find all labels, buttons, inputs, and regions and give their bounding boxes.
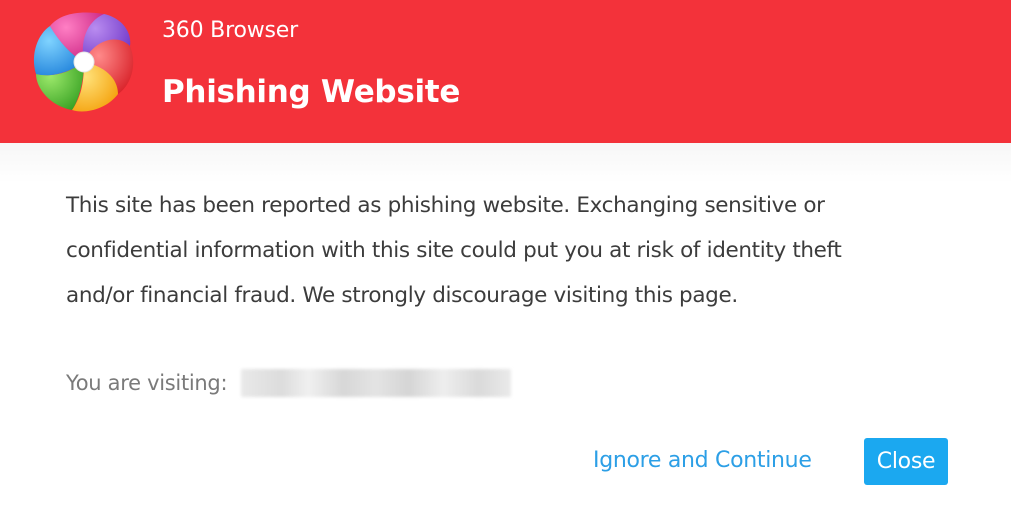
warning-message-line: confidential information with this site … — [66, 238, 842, 263]
360-browser-logo-icon — [33, 12, 134, 112]
warning-title: Phishing Website — [162, 74, 461, 110]
header-divider-shadow — [0, 143, 1011, 183]
warning-message: This site has been reported as phishing … — [66, 183, 966, 318]
app-name: 360 Browser — [162, 18, 298, 43]
warning-header: 360 Browser Phishing Website — [0, 0, 1011, 143]
ignore-and-continue-link[interactable]: Ignore and Continue — [593, 448, 812, 473]
phishing-warning-dialog: 360 Browser Phishing Website This site h… — [0, 0, 1011, 509]
close-button[interactable]: Close — [864, 438, 948, 485]
visiting-url-redacted — [241, 369, 512, 397]
visiting-row: You are visiting: — [66, 365, 512, 401]
visiting-label: You are visiting: — [66, 371, 228, 395]
warning-message-line: and/or financial fraud. We strongly disc… — [66, 283, 738, 308]
warning-message-line: This site has been reported as phishing … — [66, 193, 825, 218]
